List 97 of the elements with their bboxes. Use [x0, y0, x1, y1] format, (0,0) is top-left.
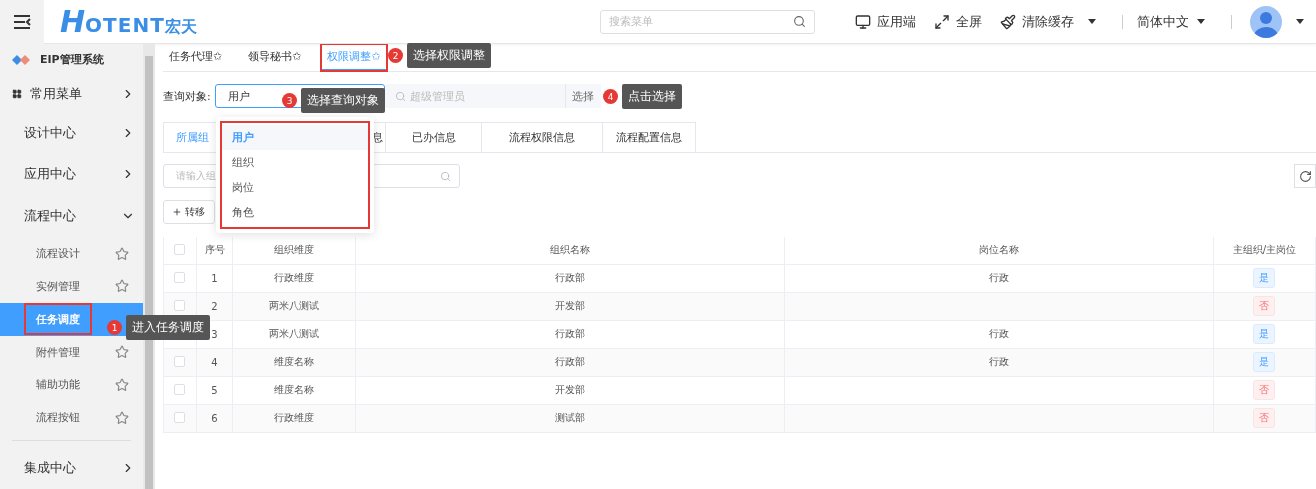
menu-icon[interactable]: [0, 0, 44, 44]
menu-item[interactable]: 应用中心: [24, 165, 76, 184]
search-icon: [793, 15, 806, 28]
system-title: EIP管理系统: [40, 52, 104, 68]
table-cell: 4: [196, 348, 233, 376]
tooltip: 选择查询对象: [301, 88, 385, 113]
caret-icon[interactable]: [1088, 19, 1096, 24]
search-icon: [440, 170, 451, 182]
submenu-item[interactable]: 实例管理: [0, 269, 143, 303]
table-cell: 行政部: [355, 348, 785, 376]
table-cell: 行政维度: [232, 264, 356, 292]
column-header: 主组织/主岗位: [1213, 237, 1316, 264]
grid-icon: [12, 88, 22, 99]
menu-item[interactable]: 流程中心: [24, 207, 76, 226]
table-cell: 1: [196, 264, 233, 292]
status-tag: 是: [1253, 268, 1276, 288]
refresh-button[interactable]: [1294, 164, 1316, 188]
submenu-item[interactable]: 辅助功能: [0, 368, 143, 402]
menu-item[interactable]: 集成中心: [24, 459, 76, 478]
refresh-icon: [1299, 169, 1312, 183]
caret-icon[interactable]: [1197, 19, 1205, 24]
scrollbar[interactable]: [143, 44, 155, 489]
checkbox[interactable]: [174, 411, 186, 423]
step-badge: 3: [282, 93, 297, 108]
table-cell: 行政: [784, 264, 1214, 292]
star-icon[interactable]: [115, 345, 129, 360]
star-icon[interactable]: [115, 246, 129, 261]
table-cell: 开发部: [355, 292, 785, 320]
tooltip: 选择权限调整: [407, 43, 491, 68]
submenu-item[interactable]: 流程设计: [0, 237, 143, 270]
search-icon: [395, 90, 406, 102]
status-tag: 是: [1253, 352, 1276, 372]
status-tag: 否: [1253, 296, 1276, 316]
dropdown-option[interactable]: 角色: [222, 200, 368, 225]
submenu-item[interactable]: 流程按钮: [0, 401, 143, 435]
page-tab[interactable]: 任务代理✩: [163, 44, 229, 71]
submenu-label: 附件管理: [35, 344, 81, 361]
column-header: 序号: [196, 237, 233, 264]
checkbox[interactable]: [174, 299, 186, 311]
column-header: 岗位名称: [784, 237, 1214, 264]
caret-icon[interactable]: [1296, 19, 1304, 24]
sub-tab[interactable]: 已办信息: [386, 122, 482, 152]
tooltip: 点击选择: [622, 84, 682, 109]
status-tag: 否: [1253, 380, 1276, 400]
table-cell: 6: [196, 404, 233, 432]
avatar[interactable]: [1250, 5, 1282, 38]
submenu-label: 实例管理: [35, 278, 81, 295]
table-cell: 两米八测试: [232, 320, 356, 348]
menu-item[interactable]: 设计中心: [24, 123, 76, 142]
plus-icon: [172, 207, 182, 217]
fullscreen-icon: [934, 13, 950, 30]
checkbox[interactable]: [174, 243, 186, 255]
checkbox[interactable]: [174, 355, 186, 367]
field-label: 查询对象:: [163, 88, 212, 104]
toolbar-action[interactable]: 全屏: [956, 12, 982, 31]
submenu-label: 流程按钮: [35, 410, 81, 427]
page-tab[interactable]: 领导秘书✩: [242, 44, 308, 71]
tooltip: 进入任务调度: [126, 315, 210, 340]
select-button[interactable]: 选择: [565, 84, 601, 108]
star-icon[interactable]: [115, 279, 129, 294]
checkbox[interactable]: [174, 383, 186, 395]
status-tag: 否: [1253, 408, 1276, 428]
checkbox[interactable]: [174, 271, 186, 283]
toolbar-action[interactable]: 应用端: [877, 12, 916, 31]
toolbar-action[interactable]: 清除缓存: [1022, 12, 1074, 31]
column-header: 组织名称: [355, 237, 785, 264]
menu-item[interactable]: 常用菜单: [30, 84, 82, 103]
table-cell: 行政部: [355, 264, 785, 292]
table-cell: 行政维度: [232, 404, 356, 432]
status-tag: 是: [1253, 324, 1276, 344]
sub-tab[interactable]: 流程权限信息: [482, 122, 603, 152]
table-cell: 维度名称: [232, 348, 356, 376]
table-cell: 行政: [784, 348, 1214, 376]
table-cell: 行政: [784, 320, 1214, 348]
brush-icon: [1000, 13, 1016, 30]
sub-tab[interactable]: 流程配置信息: [603, 122, 696, 152]
dropdown-option[interactable]: 岗位: [222, 175, 368, 200]
star-icon[interactable]: [115, 377, 129, 392]
submenu-label: 流程设计: [35, 246, 81, 263]
submenu-label: 辅助功能: [35, 377, 81, 394]
submenu-label: 任务调度: [26, 305, 90, 334]
dropdown-option[interactable]: 组织: [222, 150, 368, 175]
logo-icon: [12, 53, 32, 66]
table-cell: 测试部: [355, 404, 785, 432]
step-badge: 2: [388, 48, 403, 63]
table-cell: 开发部: [355, 376, 785, 404]
language-select[interactable]: 简体中文: [1137, 12, 1189, 31]
star-icon[interactable]: [115, 410, 129, 425]
logo: HOTENT宏天: [60, 4, 197, 39]
transfer-button[interactable]: 转移: [163, 200, 215, 224]
table-cell: 行政部: [355, 320, 785, 348]
table-cell: 5: [196, 376, 233, 404]
table-cell: 维度名称: [232, 376, 356, 404]
monitor-icon: [855, 13, 871, 30]
column-header: 组织维度: [232, 237, 356, 264]
step-badge: 4: [603, 89, 618, 104]
table-cell: 两米八测试: [232, 292, 356, 320]
